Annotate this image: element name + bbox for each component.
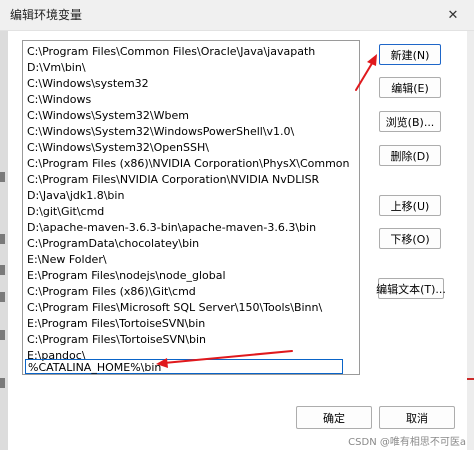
list-item[interactable]: C:\Windows\System32\OpenSSH\: [25, 140, 211, 156]
browse-button[interactable]: 浏览(B)...: [379, 111, 441, 132]
list-item[interactable]: C:\Windows: [25, 92, 93, 108]
title-bar: 编辑环境变量 ✕: [0, 0, 474, 31]
delete-button[interactable]: 删除(D): [379, 145, 441, 166]
move-down-button[interactable]: 下移(O): [379, 228, 441, 249]
background-window-left: [0, 30, 8, 450]
list-item[interactable]: D:\Vm\bin\: [25, 60, 88, 76]
list-item[interactable]: C:\Program Files\Microsoft SQL Server\15…: [25, 300, 324, 316]
close-icon: ✕: [447, 7, 459, 23]
list-item[interactable]: D:\apache-maven-3.6.3-bin\apache-maven-3…: [25, 220, 318, 236]
background-window-right: [467, 30, 474, 450]
list-item[interactable]: C:\Windows\System32\Wbem: [25, 108, 191, 124]
screen: 编辑环境变量 ✕ C:\Program Files\Common Files\O…: [0, 0, 474, 450]
move-up-button[interactable]: 上移(U): [379, 195, 441, 216]
watermark: CSDN @唯有相思不可医a: [348, 437, 466, 448]
ok-button[interactable]: 确定: [296, 406, 372, 429]
window-title: 编辑环境变量: [10, 8, 83, 22]
path-list[interactable]: C:\Program Files\Common Files\Oracle\Jav…: [22, 40, 360, 375]
list-item[interactable]: D:\git\Git\cmd: [25, 204, 106, 220]
list-item[interactable]: C:\Program Files\NVIDIA Corporation\NVID…: [25, 172, 321, 188]
list-item[interactable]: C:\Program Files\TortoiseSVN\bin: [25, 332, 208, 348]
cancel-button[interactable]: 取消: [379, 406, 455, 429]
list-item[interactable]: E:\Program Files\TortoiseSVN\bin: [25, 316, 207, 332]
list-item[interactable]: E:\Program Files\nodejs\node_global: [25, 268, 228, 284]
list-item[interactable]: C:\Windows\system32: [25, 76, 151, 92]
new-button[interactable]: 新建(N): [379, 44, 441, 65]
close-button[interactable]: ✕: [438, 0, 468, 30]
list-item[interactable]: D:\Java\jdk1.8\bin: [25, 188, 126, 204]
edit-text-button[interactable]: 编辑文本(T)...: [376, 278, 446, 299]
background-red-line: [467, 378, 474, 380]
list-item-editing[interactable]: %CATALINA_HOME%\bin: [25, 359, 343, 374]
list-item[interactable]: C:\Windows\System32\WindowsPowerShell\v1…: [25, 124, 296, 140]
edit-button[interactable]: 编辑(E): [379, 77, 441, 98]
list-item[interactable]: C:\Program Files (x86)\Git\cmd: [25, 284, 198, 300]
list-item[interactable]: C:\ProgramData\chocolatey\bin: [25, 236, 201, 252]
list-item[interactable]: C:\Program Files (x86)\NVIDIA Corporatio…: [25, 156, 351, 172]
list-item[interactable]: E:\New Folder\: [25, 252, 109, 268]
list-item[interactable]: C:\Program Files\Common Files\Oracle\Jav…: [25, 44, 317, 60]
